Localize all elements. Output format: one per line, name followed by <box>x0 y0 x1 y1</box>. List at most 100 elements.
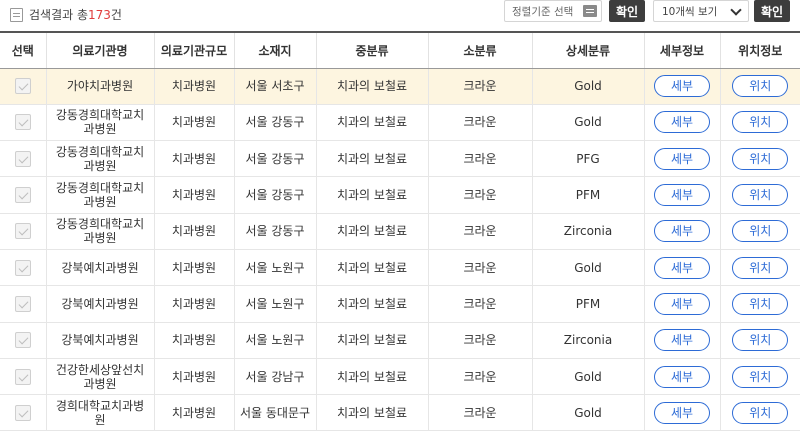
hospital-size: 치과병원 <box>153 358 234 396</box>
hospital-size: 치과병원 <box>153 140 234 178</box>
row-checkbox[interactable] <box>14 150 31 167</box>
location-button[interactable]: 위치 <box>732 75 789 98</box>
result-suffix: 건 <box>110 8 122 22</box>
table-header: 선택 의료기관명 의료기관규모 소재지 중분류 소분류 상세분류 세부정보 위치… <box>0 31 800 69</box>
table-row: 강동경희대학교치과병원 치과병원 서울 강동구 치과의 보철료 크라운 Zirconia 세… <box>0 213 800 250</box>
detail-button[interactable]: 세부 <box>654 329 710 352</box>
row-select-cell <box>0 104 46 142</box>
location-cell: 위치 <box>719 394 800 432</box>
mid-category: 치과의 보철료 <box>315 322 428 359</box>
toolbar: 검색결과 총 173 건 정렬기준 선택 확인 10개씩 보기 확인 <box>0 0 800 30</box>
sub-category: 크라운 <box>427 322 532 359</box>
row-checkbox[interactable] <box>14 404 31 421</box>
detail-button[interactable]: 세부 <box>654 75 710 98</box>
hospital-size: 치과병원 <box>153 322 234 359</box>
row-select-cell <box>0 249 46 287</box>
mid-category: 치과의 보철료 <box>315 104 428 142</box>
col-detail-category: 상세분류 <box>531 31 644 69</box>
mid-category: 치과의 보철료 <box>315 213 428 250</box>
detail-button[interactable]: 세부 <box>654 184 710 207</box>
col-mid-category: 중분류 <box>315 31 428 69</box>
sort-select[interactable]: 정렬기준 선택 <box>504 0 602 22</box>
location-button[interactable]: 위치 <box>732 220 789 243</box>
hospital-location: 서울 동대문구 <box>233 394 316 432</box>
hospital-name: 강동경희대학교치과병원 <box>45 176 154 214</box>
detail-button[interactable]: 세부 <box>654 111 710 134</box>
location-cell: 위치 <box>719 285 800 323</box>
sub-category: 크라운 <box>427 68 532 105</box>
row-select-cell <box>0 140 46 178</box>
location-button[interactable]: 위치 <box>732 147 789 170</box>
location-cell: 위치 <box>719 322 800 359</box>
sub-category: 크라운 <box>427 358 532 396</box>
row-checkbox[interactable] <box>14 114 31 131</box>
mid-category: 치과의 보철료 <box>315 176 428 214</box>
row-checkbox[interactable] <box>14 78 31 95</box>
results-table: 선택 의료기관명 의료기관규모 소재지 중분류 소분류 상세분류 세부정보 위치… <box>0 31 800 432</box>
detail-button[interactable]: 세부 <box>654 147 710 170</box>
sub-category: 크라운 <box>427 213 532 250</box>
detail-cell: 세부 <box>643 358 720 396</box>
location-cell: 위치 <box>719 176 800 214</box>
location-cell: 위치 <box>719 68 800 105</box>
result-count: 173 <box>88 7 111 22</box>
perpage-select[interactable]: 10개씩 보기 <box>653 0 749 22</box>
sub-category: 크라운 <box>427 140 532 178</box>
location-cell: 위치 <box>719 249 800 287</box>
location-button[interactable]: 위치 <box>732 292 789 315</box>
hospital-name: 건강한세상앞선치과병원 <box>45 358 154 396</box>
sort-confirm-button[interactable]: 확인 <box>609 0 645 22</box>
detail-category: Gold <box>531 249 644 287</box>
detail-button[interactable]: 세부 <box>654 292 710 315</box>
hospital-location: 서울 강동구 <box>233 104 316 142</box>
detail-cell: 세부 <box>643 68 720 105</box>
detail-button[interactable]: 세부 <box>654 256 710 279</box>
location-cell: 위치 <box>719 213 800 250</box>
location-button[interactable]: 위치 <box>732 401 789 424</box>
hospital-size: 치과병원 <box>153 249 234 287</box>
location-button[interactable]: 위치 <box>732 329 789 352</box>
row-checkbox[interactable] <box>14 368 31 385</box>
row-select-cell <box>0 176 46 214</box>
detail-cell: 세부 <box>643 322 720 359</box>
table-row: 건강한세상앞선치과병원 치과병원 서울 강남구 치과의 보철료 크라운 Gold 세부 위치 <box>0 358 800 396</box>
row-checkbox[interactable] <box>14 295 31 312</box>
row-checkbox[interactable] <box>14 187 31 204</box>
location-cell: 위치 <box>719 140 800 178</box>
table-row: 가야치과병원 치과병원 서울 서초구 치과의 보철료 크라운 Gold 세부 위치 <box>0 68 800 105</box>
list-icon <box>583 5 597 17</box>
sub-category: 크라운 <box>427 285 532 323</box>
row-checkbox[interactable] <box>14 332 31 349</box>
detail-category: PFG <box>531 140 644 178</box>
row-checkbox[interactable] <box>14 223 31 240</box>
row-checkbox[interactable] <box>14 259 31 276</box>
chevron-down-icon <box>730 4 742 16</box>
location-button[interactable]: 위치 <box>732 111 789 134</box>
table-row: 강북예치과병원 치과병원 서울 노원구 치과의 보철료 크라운 Zirconia 세부 위치 <box>0 322 800 359</box>
detail-cell: 세부 <box>643 249 720 287</box>
sub-category: 크라운 <box>427 394 532 432</box>
col-size: 의료기관규모 <box>153 31 234 69</box>
detail-button[interactable]: 세부 <box>654 220 710 243</box>
location-button[interactable]: 위치 <box>732 256 789 279</box>
detail-button[interactable]: 세부 <box>654 401 710 424</box>
hospital-location: 서울 노원구 <box>233 322 316 359</box>
mid-category: 치과의 보철료 <box>315 68 428 105</box>
col-location: 소재지 <box>233 31 316 69</box>
row-select-cell <box>0 213 46 250</box>
table-row: 강동경희대학교치과병원 치과병원 서울 강동구 치과의 보철료 크라운 PFM 세부 위치 <box>0 176 800 214</box>
table-row: 강북예치과병원 치과병원 서울 노원구 치과의 보철료 크라운 PFM 세부 위치 <box>0 285 800 323</box>
mid-category: 치과의 보철료 <box>315 249 428 287</box>
perpage-confirm-button[interactable]: 확인 <box>754 0 790 22</box>
detail-cell: 세부 <box>643 104 720 142</box>
detail-cell: 세부 <box>643 140 720 178</box>
hospital-size: 치과병원 <box>153 68 234 105</box>
detail-button[interactable]: 세부 <box>654 365 710 388</box>
mid-category: 치과의 보철료 <box>315 140 428 178</box>
col-location-info: 위치정보 <box>719 31 800 69</box>
hospital-location: 서울 강동구 <box>233 213 316 250</box>
hospital-size: 치과병원 <box>153 394 234 432</box>
location-button[interactable]: 위치 <box>732 184 789 207</box>
hospital-name: 강북예치과병원 <box>45 249 154 287</box>
location-button[interactable]: 위치 <box>732 365 789 388</box>
